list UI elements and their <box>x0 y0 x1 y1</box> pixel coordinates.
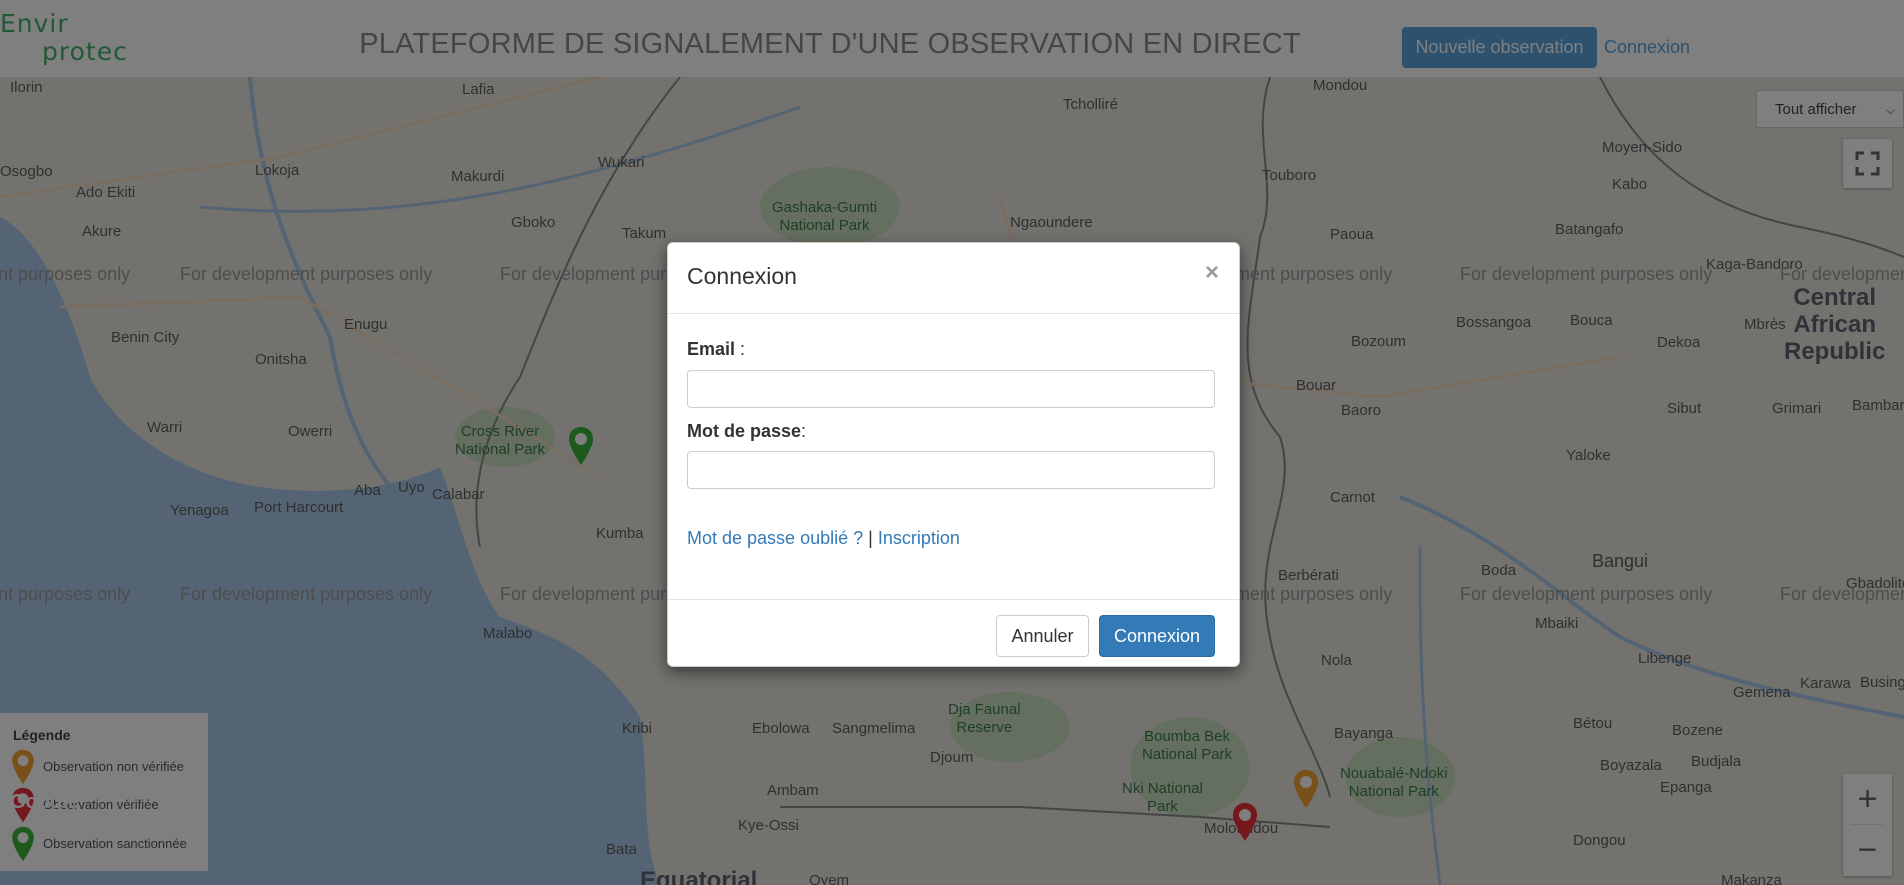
password-label-text: Mot de passe <box>687 421 802 441</box>
auth-links: Mot de passe oublié ? | Inscription <box>687 528 960 549</box>
email-label: Email : <box>687 339 745 360</box>
modal-footer-divider <box>668 599 1239 600</box>
modal-title: Connexion <box>687 263 797 289</box>
email-label-text: Email <box>687 339 736 359</box>
password-label: Mot de passe: <box>687 421 806 442</box>
password-label-suffix: : <box>801 421 807 441</box>
register-link[interactable]: Inscription <box>878 528 960 548</box>
modal-header-divider <box>668 313 1239 314</box>
cancel-button[interactable]: Annuler <box>996 615 1089 657</box>
password-field[interactable] <box>687 451 1215 489</box>
login-modal: Connexion × Email : Mot de passe: Mot de… <box>667 242 1240 667</box>
email-label-suffix: : <box>735 339 746 359</box>
links-separator: | <box>863 528 878 548</box>
close-icon[interactable]: × <box>1205 259 1219 287</box>
email-field[interactable] <box>687 370 1215 408</box>
forgot-password-link[interactable]: Mot de passe oublié ? <box>687 528 863 548</box>
submit-login-button[interactable]: Connexion <box>1099 615 1215 657</box>
